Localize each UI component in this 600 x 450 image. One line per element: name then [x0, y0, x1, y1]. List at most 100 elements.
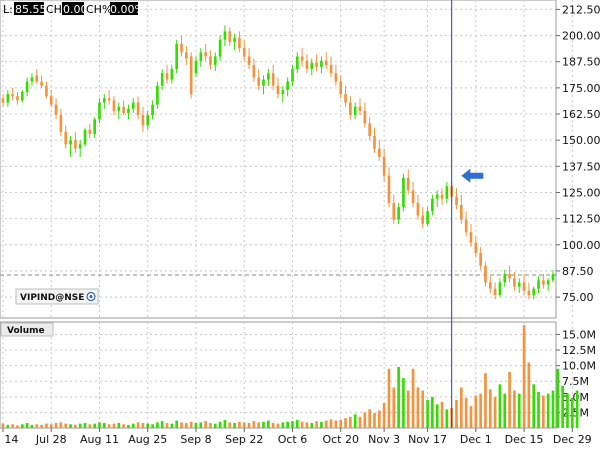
- volume-bar: [377, 410, 381, 428]
- volume-bar: [522, 325, 526, 428]
- change-value: 0.00: [63, 3, 88, 16]
- date-tick-label: Dec 15: [505, 433, 544, 446]
- candle-body: [522, 282, 526, 291]
- candle-body: [416, 202, 420, 216]
- candle-body: [122, 106, 125, 113]
- volume-bar: [189, 421, 193, 428]
- volume-tick-label: 15.0M: [562, 328, 596, 341]
- candle-body: [295, 56, 299, 70]
- volume-bar: [421, 390, 425, 428]
- volume-bar: [112, 423, 116, 428]
- volume-bar: [406, 390, 410, 428]
- volume-bar: [151, 424, 154, 428]
- candle-body: [469, 232, 473, 243]
- volume-bar: [238, 421, 241, 428]
- volume-bar: [20, 424, 24, 428]
- volume-bar: [310, 423, 314, 428]
- candle-body: [517, 282, 521, 287]
- volume-bar: [64, 423, 68, 428]
- price-tick-label: 200.00: [562, 30, 600, 43]
- volume-bar: [204, 421, 207, 428]
- volume-bar: [267, 420, 270, 428]
- candle-body: [421, 215, 425, 224]
- volume-bar: [209, 423, 212, 428]
- candle-body: [320, 60, 323, 67]
- volume-bar: [542, 395, 545, 428]
- volume-label-tab: Volume: [0, 322, 54, 337]
- volume-bar: [69, 424, 72, 428]
- candle-body: [40, 81, 43, 86]
- volume-bar: [426, 399, 429, 428]
- candle-body: [537, 280, 540, 289]
- volume-bar: [469, 406, 473, 428]
- candle-body: [464, 219, 468, 233]
- candle-body: [98, 102, 101, 120]
- candle-body: [127, 108, 130, 113]
- volume-bar: [479, 393, 482, 428]
- volume-bar: [257, 422, 261, 428]
- volume-bar: [59, 422, 63, 428]
- symbol-legend[interactable]: VIPIND@NSE: [15, 288, 99, 305]
- volume-bar: [122, 424, 125, 428]
- volume-bar: [40, 424, 43, 428]
- candle-body: [488, 282, 492, 289]
- volume-bar: [30, 424, 34, 428]
- volume-bar: [78, 423, 82, 428]
- volume-bar: [566, 393, 569, 428]
- candle-body: [363, 110, 367, 124]
- candle-body: [305, 60, 309, 70]
- volume-bar: [353, 414, 357, 428]
- date-tick-label: Aug 11: [80, 433, 119, 446]
- candle-body: [474, 242, 478, 254]
- volume-bar: [156, 422, 159, 428]
- candle-body: [78, 144, 82, 149]
- volume-bar: [271, 423, 275, 428]
- candle-body: [74, 140, 77, 149]
- date-tick-label: Dec 1: [460, 433, 492, 446]
- candle-body: [479, 253, 482, 266]
- volume-bar: [484, 373, 487, 428]
- stock-chart: 75.00 87.50 100.00 112.50 125.00 137.50 150.00…: [0, 0, 600, 446]
- volume-bar: [503, 393, 507, 428]
- candle-body: [6, 94, 10, 103]
- date-tick-label: Nov 17: [408, 433, 447, 446]
- candle-body: [324, 60, 328, 65]
- candle-body: [146, 115, 150, 126]
- candle-body: [353, 106, 357, 116]
- date-tick-label: Sep 22: [225, 433, 263, 446]
- volume-bar: [49, 424, 53, 428]
- volume-bar: [6, 424, 10, 428]
- volume-bar: [397, 366, 400, 428]
- volume-bar: [344, 418, 347, 428]
- candle-body: [387, 175, 391, 203]
- volume-bar: [358, 416, 362, 428]
- volume-bar: [392, 387, 396, 428]
- candle-body: [503, 274, 507, 283]
- volume-bar: [35, 424, 39, 428]
- volume-bar: [262, 421, 265, 428]
- candle-body: [339, 81, 343, 95]
- volume-plot-frame: [0, 321, 557, 429]
- volume-bar: [136, 422, 140, 428]
- candle-body: [271, 73, 275, 86]
- candle-body: [223, 31, 227, 40]
- candle-body: [209, 56, 212, 65]
- candle-body: [83, 129, 87, 145]
- candle-body: [69, 140, 72, 145]
- candle-body: [315, 62, 318, 67]
- candle-body: [54, 104, 58, 116]
- volume-bar: [102, 423, 106, 428]
- volume-bar: [54, 423, 58, 428]
- volume-tick-label: 12.5M: [562, 344, 596, 357]
- candle-body: [426, 211, 429, 224]
- volume-bar: [170, 423, 174, 428]
- volume-tick-label: 7.5M: [562, 375, 589, 388]
- volume-bar: [488, 389, 492, 428]
- volume-bar: [98, 422, 101, 428]
- candle-body: [199, 52, 203, 61]
- candle-body: [542, 280, 545, 285]
- volume-tick-label: 2.5M: [562, 406, 589, 419]
- volume-bar: [493, 396, 497, 428]
- volume-bar: [276, 423, 280, 428]
- candle-body: [377, 148, 381, 157]
